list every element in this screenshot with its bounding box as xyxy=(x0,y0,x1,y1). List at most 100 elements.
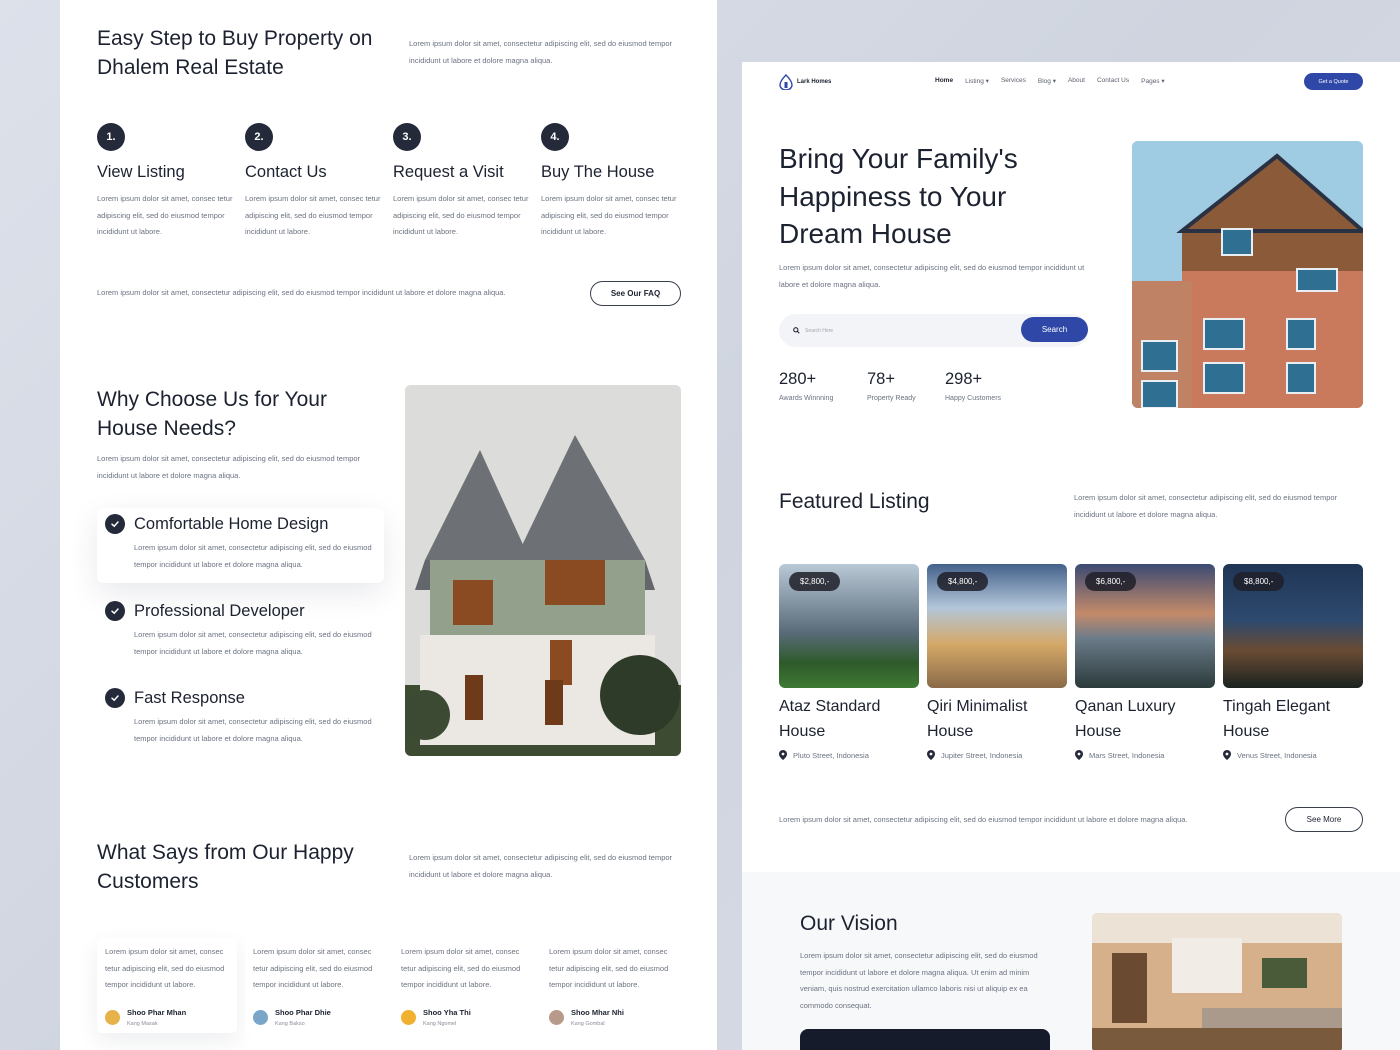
nav-services[interactable]: Services xyxy=(1001,77,1026,85)
customer-name: Shoo Phar Mhan xyxy=(127,1007,187,1017)
listing-location: Jupiter Street, Indonesia xyxy=(927,750,1067,760)
step-number: 3. xyxy=(393,123,421,151)
logo-text: Lark Homes xyxy=(797,79,832,85)
logo[interactable]: Lark Homes xyxy=(779,74,831,90)
feature-professional-developer[interactable]: Professional Developer Lorem ipsum dolor… xyxy=(97,595,384,670)
step-number: 1. xyxy=(97,123,125,151)
feature-fast-response[interactable]: Fast Response Lorem ipsum dolor sit amet… xyxy=(97,682,384,757)
stat-label: Happy Customers xyxy=(945,395,1002,402)
customer-role: Kang Bakso xyxy=(275,1020,305,1027)
location-pin-icon xyxy=(779,750,787,760)
nav-listing[interactable]: Listing ▾ xyxy=(965,77,989,85)
location-pin-icon xyxy=(1075,750,1083,760)
avatar xyxy=(549,1009,564,1025)
search-button[interactable]: Search xyxy=(1021,317,1088,342)
price-badge: $2,800,- xyxy=(789,572,841,591)
nav-about[interactable]: About xyxy=(1068,77,1085,85)
step-description: Lorem ipsum dolor sit amet, consec tetur… xyxy=(97,194,233,236)
avatar xyxy=(105,1009,120,1025)
stat-value: 78+ xyxy=(867,370,895,388)
listing-card[interactable]: $6,800,- Qanan Luxury House Mars Street,… xyxy=(1075,564,1215,760)
see-more-text: Lorem ipsum dolor sit amet, consectetur … xyxy=(779,815,1188,824)
location-pin-icon xyxy=(1223,750,1231,760)
step-title: Buy The House xyxy=(541,163,655,181)
check-icon xyxy=(105,514,125,534)
listing-title: Qiri Minimalist House xyxy=(927,698,1028,740)
vision-description: Lorem ipsum dolor sit amet, consectetur … xyxy=(800,951,1038,1010)
listing-location: Mars Street, Indonesia xyxy=(1075,750,1215,760)
step-contact-us: 2. Contact Us Lorem ipsum dolor sit amet… xyxy=(245,123,385,241)
testimonial-card: Lorem ipsum dolor sit amet, consec tetur… xyxy=(245,938,385,1033)
listing-title: Ataz Standard House xyxy=(779,698,881,740)
nav-blog[interactable]: Blog ▾ xyxy=(1038,77,1056,85)
vision-dark-card xyxy=(800,1029,1050,1050)
nav-links: Home Listing ▾ Services Blog ▾ About Con… xyxy=(935,77,1165,85)
step-description: Lorem ipsum dolor sit amet, consec tetur… xyxy=(245,194,381,236)
stat-customers: 298+ Happy Customers xyxy=(945,370,1001,402)
step-description: Lorem ipsum dolor sit amet, consec tetur… xyxy=(541,194,677,236)
chevron-down-icon: ▾ xyxy=(985,78,989,85)
search-input[interactable]: Search Here xyxy=(793,314,833,347)
chevron-down-icon: ▾ xyxy=(1052,78,1056,85)
listing-photo: $8,800,- xyxy=(1223,564,1363,688)
testimonial-card: Lorem ipsum dolor sit amet, consec tetur… xyxy=(541,938,681,1033)
hero-house-photo xyxy=(1132,141,1363,408)
steps-description: Lorem ipsum dolor sit amet, consectetur … xyxy=(409,39,673,65)
step-title: Contact Us xyxy=(245,163,327,181)
see-faq-button[interactable]: See Our FAQ xyxy=(590,281,681,306)
right-page: Lark Homes Home Listing ▾ Services Blog … xyxy=(742,62,1400,1050)
hero-description: Lorem ipsum dolor sit amet, consectetur … xyxy=(779,263,1085,289)
feature-title: Professional Developer xyxy=(134,601,305,620)
steps-title: Easy Step to Buy Property on Dhalem Real… xyxy=(97,27,373,79)
vision-title: Our Vision xyxy=(800,912,898,935)
stat-awards: 280+ Awards Winnning xyxy=(779,370,833,402)
feature-description: Lorem ipsum dolor sit amet, consectetur … xyxy=(134,717,372,743)
check-icon xyxy=(105,688,125,708)
stat-label: Awards Winnning xyxy=(779,395,834,402)
customer-role: Kang Masak xyxy=(127,1020,158,1027)
customer-name: Shoo Phar Dhie xyxy=(275,1007,331,1017)
testimonials-description: Lorem ipsum dolor sit amet, consectetur … xyxy=(409,853,673,879)
feature-comfortable-design[interactable]: Comfortable Home Design Lorem ipsum dolo… xyxy=(97,508,384,583)
nav-pages[interactable]: Pages ▾ xyxy=(1141,77,1165,85)
search-icon xyxy=(793,327,800,334)
vision-section: Our Vision Lorem ipsum dolor sit amet, c… xyxy=(742,872,1400,1050)
listing-card[interactable]: $4,800,- Qiri Minimalist House Jupiter S… xyxy=(927,564,1067,760)
feature-description: Lorem ipsum dolor sit amet, consectetur … xyxy=(134,630,372,656)
nav-home[interactable]: Home xyxy=(935,77,953,85)
customer-name: Shoo Yha Thi xyxy=(423,1007,471,1017)
testimonial-text: Lorem ipsum dolor sit amet, consec tetur… xyxy=(401,947,521,989)
search-bar: Search Here Search xyxy=(779,314,1088,347)
logo-icon xyxy=(779,74,793,90)
step-view-listing: 1. View Listing Lorem ipsum dolor sit am… xyxy=(97,123,237,241)
listing-location: Pluto Street, Indonesia xyxy=(779,750,919,760)
listing-photo: $4,800,- xyxy=(927,564,1067,688)
house-photo xyxy=(405,385,681,756)
avatar xyxy=(401,1009,416,1025)
faq-text: Lorem ipsum dolor sit amet, consectetur … xyxy=(97,288,506,297)
listing-photo: $6,800,- xyxy=(1075,564,1215,688)
listing-card[interactable]: $8,800,- Tingah Elegant House Venus Stre… xyxy=(1223,564,1363,760)
customer-role: Kang Gombal xyxy=(571,1020,605,1027)
check-icon xyxy=(105,601,125,621)
price-badge: $4,800,- xyxy=(937,572,989,591)
step-title: View Listing xyxy=(97,163,185,181)
stat-value: 298+ xyxy=(945,370,983,388)
feature-title: Comfortable Home Design xyxy=(134,514,329,533)
price-badge: $8,800,- xyxy=(1233,572,1285,591)
listing-location: Venus Street, Indonesia xyxy=(1223,750,1363,760)
get-quote-button[interactable]: Get a Quote xyxy=(1304,73,1363,90)
testimonial-card: Lorem ipsum dolor sit amet, consec tetur… xyxy=(393,938,533,1033)
featured-description: Lorem ipsum dolor sit amet, consectetur … xyxy=(1074,493,1338,519)
listing-card[interactable]: $2,800,- Ataz Standard House Pluto Stree… xyxy=(779,564,919,760)
testimonial-text: Lorem ipsum dolor sit amet, consec tetur… xyxy=(549,947,669,989)
listing-title: Tingah Elegant House xyxy=(1223,698,1331,740)
nav-contact[interactable]: Contact Us xyxy=(1097,77,1129,85)
step-number: 4. xyxy=(541,123,569,151)
step-number: 2. xyxy=(245,123,273,151)
chevron-down-icon: ▾ xyxy=(1161,78,1165,85)
stat-property: 78+ Property Ready xyxy=(867,370,916,402)
step-description: Lorem ipsum dolor sit amet, consec tetur… xyxy=(393,194,529,236)
left-page: Easy Step to Buy Property on Dhalem Real… xyxy=(60,0,717,1050)
see-more-button[interactable]: See More xyxy=(1285,807,1363,832)
